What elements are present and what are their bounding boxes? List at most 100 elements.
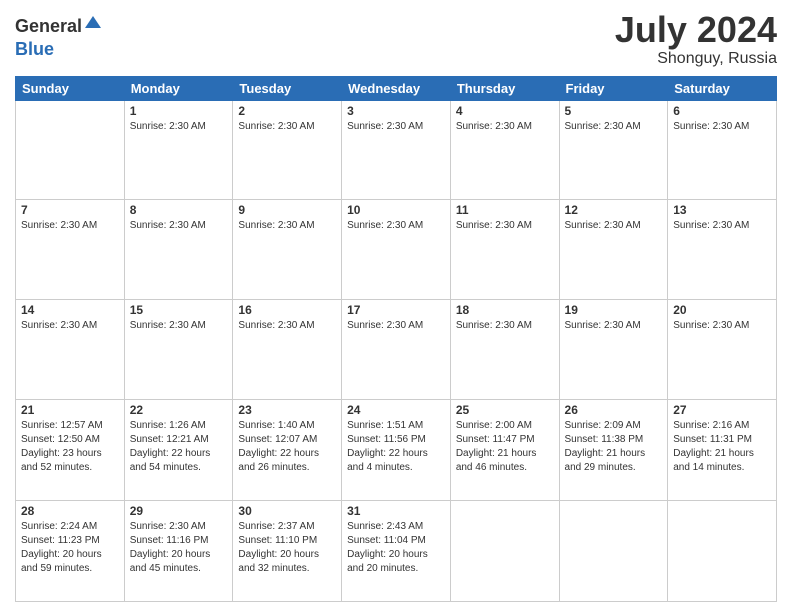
calendar-cell: 14 Sunrise: 2:30 AM	[16, 300, 125, 400]
weekday-header-wednesday: Wednesday	[342, 76, 451, 100]
calendar-cell: 17 Sunrise: 2:30 AM	[342, 300, 451, 400]
calendar-week-row: 7 Sunrise: 2:30 AM 8 Sunrise: 2:30 AM 9 Sunri…	[16, 200, 777, 300]
calendar-cell: 28 Sunrise: 2:24 AMSunset: 11:23 PMDaylig…	[16, 500, 125, 601]
day-number: 14	[21, 303, 119, 317]
calendar-cell: 30Sunrise: 2:37 AMSunset: 11:10 PMDaylig…	[233, 500, 342, 601]
day-number: 10	[347, 203, 445, 217]
day-info: Sunrise: 2:30 AM	[347, 120, 445, 134]
calendar-cell: 1Sunrise: 2:30 AM	[124, 100, 233, 200]
calendar-cell: 11 Sunrise: 2:30 AM	[450, 200, 559, 300]
day-info: Sunrise: 2:30 AM	[565, 319, 663, 333]
day-number: 24	[347, 403, 445, 417]
calendar-cell: 15 Sunrise: 2:30 AM	[124, 300, 233, 400]
calendar-cell: 25 Sunrise: 2:00 AMSunset: 11:47 PMDaylig…	[450, 399, 559, 500]
logo-icon	[83, 14, 103, 34]
day-number: 2	[238, 104, 336, 118]
calendar-week-row: 1Sunrise: 2:30 AM2Sunrise: 2:30 AM3Sunri…	[16, 100, 777, 200]
calendar-cell: 27 Sunrise: 2:16 AMSunset: 11:31 PMDaylig…	[668, 399, 777, 500]
day-info: Sunrise: 2:30 AM	[130, 319, 228, 333]
header: General Blue July 2024 Shonguy, Russia	[15, 10, 777, 68]
day-info: Sunrise: 2:30 AM	[238, 319, 336, 333]
day-number: 15	[130, 303, 228, 317]
page: General Blue July 2024 Shonguy, Russia S…	[0, 0, 792, 612]
calendar-cell: 29 Sunrise: 2:30 AMSunset: 11:16 PMDaylig…	[124, 500, 233, 601]
day-info: Sunrise: 2:30 AM	[673, 219, 771, 233]
day-number: 12	[565, 203, 663, 217]
calendar-cell: 23Sunrise: 1:40 AMSunset: 12:07 AMDaylig…	[233, 399, 342, 500]
day-info: Sunrise: 2:00 AMSunset: 11:47 PMDaylight…	[456, 419, 554, 475]
day-number: 27	[673, 403, 771, 417]
day-info: Sunrise: 2:30 AM	[21, 319, 119, 333]
day-number: 28	[21, 504, 119, 518]
logo-general: General	[15, 17, 82, 37]
day-info: Sunrise: 12:57 AMSunset: 12:50 AMDayligh…	[21, 419, 119, 475]
calendar-cell: 4 Sunrise: 2:30 AM	[450, 100, 559, 200]
day-info: Sunrise: 2:30 AM	[673, 319, 771, 333]
day-number: 29	[130, 504, 228, 518]
day-number: 8	[130, 203, 228, 217]
day-number: 6	[673, 104, 771, 118]
calendar-cell: 5 Sunrise: 2:30 AM	[559, 100, 668, 200]
day-number: 16	[238, 303, 336, 317]
day-info: Sunrise: 2:30 AM	[456, 120, 554, 134]
day-number: 11	[456, 203, 554, 217]
day-info: Sunrise: 2:16 AMSunset: 11:31 PMDaylight…	[673, 419, 771, 475]
day-number: 13	[673, 203, 771, 217]
calendar-week-row: 21 Sunrise: 12:57 AMSunset: 12:50 AMDayli…	[16, 399, 777, 500]
day-number: 26	[565, 403, 663, 417]
day-number: 4	[456, 104, 554, 118]
logo: General Blue	[15, 14, 103, 60]
weekday-header-tuesday: Tuesday	[233, 76, 342, 100]
calendar-cell: 31 Sunrise: 2:43 AMSunset: 11:04 PMDaylig…	[342, 500, 451, 601]
calendar-cell: 18Sunrise: 2:30 AM	[450, 300, 559, 400]
day-number: 18	[456, 303, 554, 317]
day-info: Sunrise: 2:30 AM	[565, 120, 663, 134]
day-number: 3	[347, 104, 445, 118]
weekday-header-thursday: Thursday	[450, 76, 559, 100]
weekday-header-saturday: Saturday	[668, 76, 777, 100]
day-number: 31	[347, 504, 445, 518]
calendar-cell: 13 Sunrise: 2:30 AM	[668, 200, 777, 300]
day-info: Sunrise: 2:24 AMSunset: 11:23 PMDaylight…	[21, 520, 119, 576]
calendar-table: SundayMondayTuesdayWednesdayThursdayFrid…	[15, 76, 777, 602]
day-info: Sunrise: 2:30 AM	[347, 319, 445, 333]
day-info: Sunrise: 1:51 AMSunset: 11:56 PMDaylight…	[347, 419, 445, 475]
calendar-cell: 19Sunrise: 2:30 AM	[559, 300, 668, 400]
weekday-header-sunday: Sunday	[16, 76, 125, 100]
day-number: 9	[238, 203, 336, 217]
page-subtitle: Shonguy, Russia	[615, 50, 777, 68]
day-info: Sunrise: 2:37 AMSunset: 11:10 PMDaylight…	[238, 520, 336, 576]
day-info: Sunrise: 2:30 AM	[565, 219, 663, 233]
calendar-week-row: 28 Sunrise: 2:24 AMSunset: 11:23 PMDaylig…	[16, 500, 777, 601]
calendar-cell	[450, 500, 559, 601]
calendar-cell: 24 Sunrise: 1:51 AMSunset: 11:56 PMDaylig…	[342, 399, 451, 500]
calendar-cell: 21 Sunrise: 12:57 AMSunset: 12:50 AMDayli…	[16, 399, 125, 500]
calendar-cell: 20 Sunrise: 2:30 AM	[668, 300, 777, 400]
logo-blue: Blue	[15, 39, 54, 59]
day-info: Sunrise: 2:30 AM	[130, 219, 228, 233]
calendar-cell: 2Sunrise: 2:30 AM	[233, 100, 342, 200]
day-info: Sunrise: 1:26 AMSunset: 12:21 AMDaylight…	[130, 419, 228, 475]
day-number: 1	[130, 104, 228, 118]
day-number: 20	[673, 303, 771, 317]
calendar-cell	[16, 100, 125, 200]
calendar-cell: 22 Sunrise: 1:26 AMSunset: 12:21 AMDaylig…	[124, 399, 233, 500]
weekday-header-row: SundayMondayTuesdayWednesdayThursdayFrid…	[16, 76, 777, 100]
calendar-cell: 8 Sunrise: 2:30 AM	[124, 200, 233, 300]
day-info: Sunrise: 2:30 AMSunset: 11:16 PMDaylight…	[130, 520, 228, 576]
calendar-cell: 3 Sunrise: 2:30 AM	[342, 100, 451, 200]
day-number: 22	[130, 403, 228, 417]
day-number: 23	[238, 403, 336, 417]
calendar-cell	[668, 500, 777, 601]
day-number: 5	[565, 104, 663, 118]
day-info: Sunrise: 2:43 AMSunset: 11:04 PMDaylight…	[347, 520, 445, 576]
calendar-cell: 10Sunrise: 2:30 AM	[342, 200, 451, 300]
day-number: 17	[347, 303, 445, 317]
calendar-cell: 26Sunrise: 2:09 AMSunset: 11:38 PMDaylig…	[559, 399, 668, 500]
weekday-header-monday: Monday	[124, 76, 233, 100]
day-number: 7	[21, 203, 119, 217]
day-number: 25	[456, 403, 554, 417]
day-number: 21	[21, 403, 119, 417]
calendar-cell: 6Sunrise: 2:30 AM	[668, 100, 777, 200]
day-info: Sunrise: 2:30 AM	[456, 219, 554, 233]
